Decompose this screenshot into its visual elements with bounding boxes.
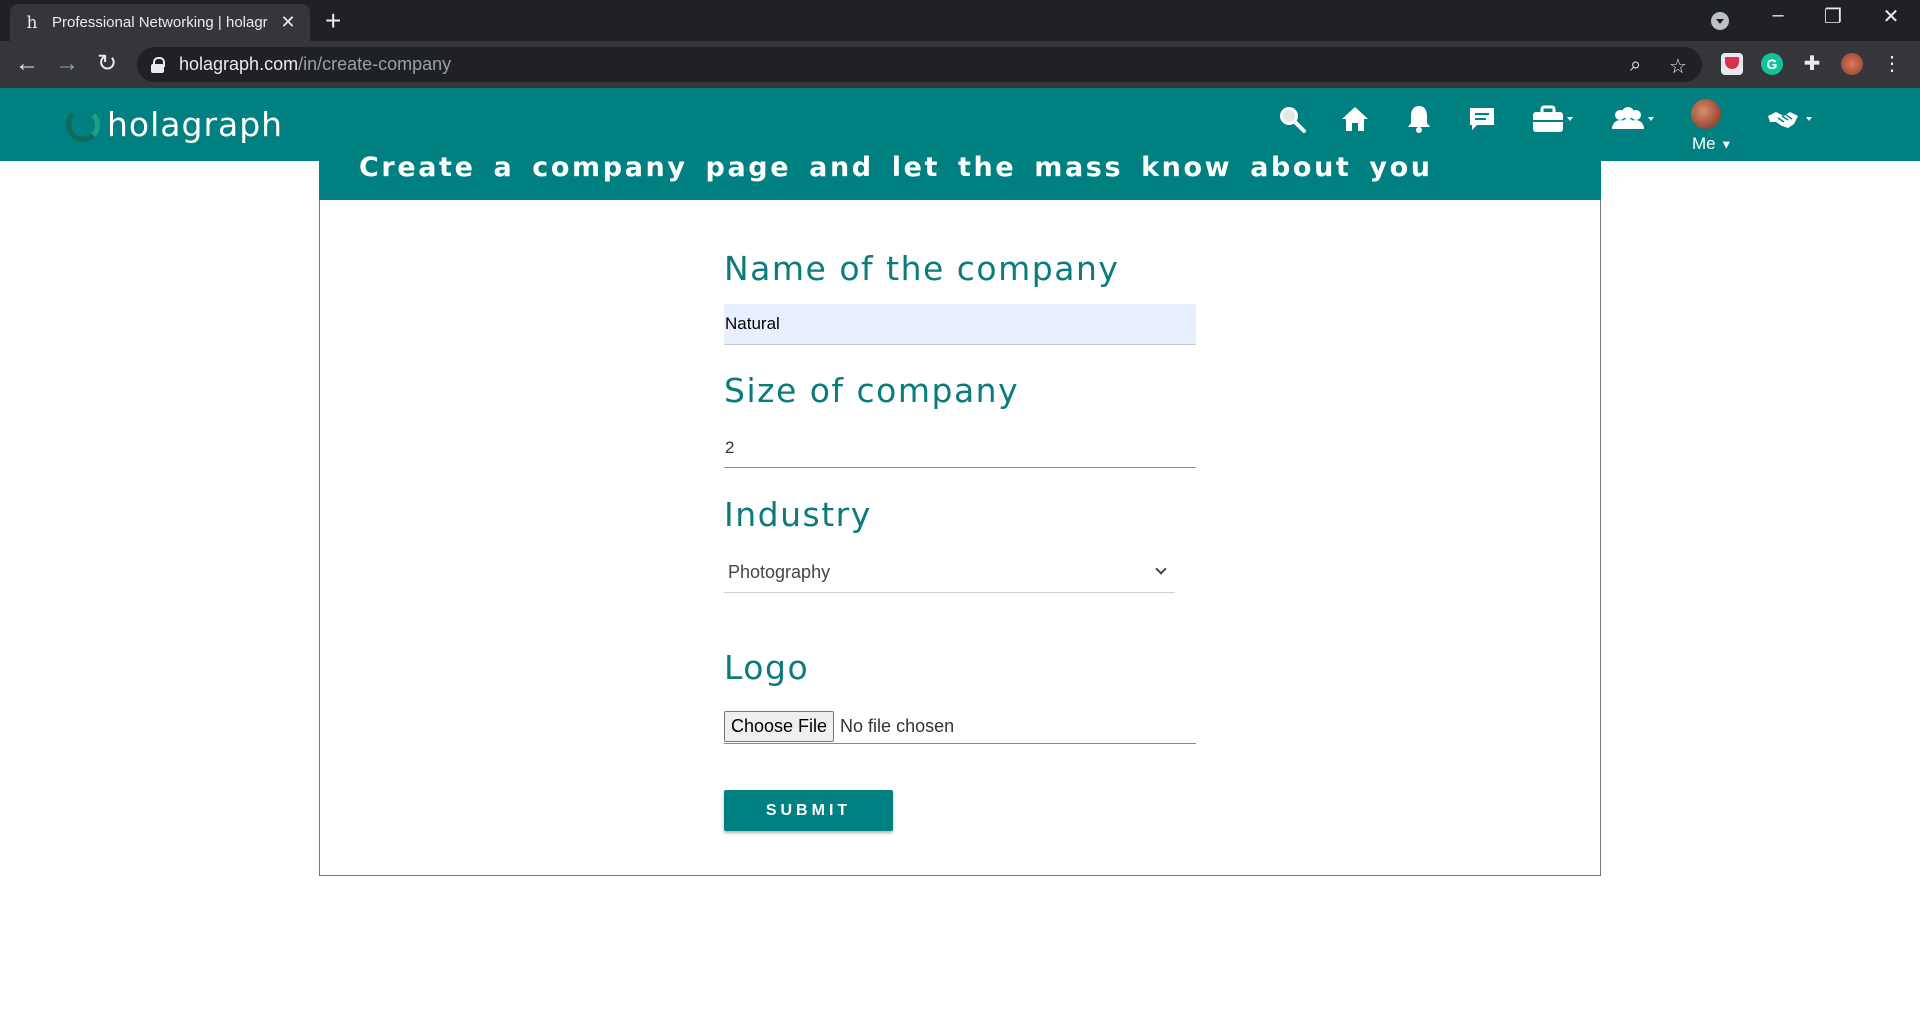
messages-icon[interactable] [1467,104,1497,140]
pocket-extension-icon[interactable] [1721,53,1743,75]
browser-toolbar: ← → ↻ holagraph.com/in/create-company ⌕ … [0,41,1920,88]
tab-title: Professional Networking | holagr [52,14,268,31]
browser-menu-icon[interactable]: ⋮ [1881,53,1903,75]
forward-icon[interactable]: → [52,49,82,79]
lock-icon[interactable] [151,56,165,73]
minimize-icon[interactable]: – [1758,4,1798,27]
industry-select[interactable]: Photography [724,553,1175,593]
url-text[interactable]: holagraph.com/in/create-company [179,54,451,75]
logo-label: Logo [724,648,810,687]
submit-button[interactable]: SUBMIT [724,790,893,831]
choose-file-button[interactable]: Choose File [724,711,835,742]
url-path: /in/create-company [298,54,452,74]
me-label: Me [1692,134,1716,153]
banner-heading: Create a company page and let the mass k… [359,152,1433,183]
notifications-bell-icon[interactable] [1405,104,1433,140]
home-icon[interactable] [1340,104,1370,140]
chevron-down-icon: ▼ [1720,137,1733,152]
company-name-label: Name of the company [724,249,1120,288]
browser-tab-bar: h Professional Networking | holagr ✕ + –… [0,0,1920,41]
tab-close-icon[interactable]: ✕ [278,12,298,33]
user-avatar[interactable] [1691,99,1721,129]
me-menu[interactable]: Me ▼ [1692,134,1732,154]
extensions-puzzle-icon[interactable]: ✚ [1801,53,1823,75]
restore-icon[interactable]: ❐ [1813,4,1853,29]
back-icon[interactable]: ← [12,49,42,79]
browser-tab[interactable]: h Professional Networking | holagr ✕ [10,4,310,41]
site-logo-text[interactable]: holagraph [107,105,283,144]
chevron-down-icon [1155,563,1167,575]
file-status-text: No file chosen [840,716,955,736]
holagraph-logo-icon[interactable] [66,108,100,142]
reload-icon[interactable]: ↻ [92,49,122,79]
zoom-icon[interactable]: ⌕ [1630,54,1641,77]
network-people-icon[interactable] [1610,104,1656,140]
company-size-input[interactable] [724,428,1196,468]
profile-avatar-icon[interactable] [1841,53,1863,75]
logo-file-input[interactable]: Choose File No file chosen [724,710,1196,744]
company-name-input[interactable] [724,304,1196,345]
tab-search-icon[interactable] [1711,12,1729,30]
jobs-briefcase-icon[interactable] [1531,104,1575,140]
site-favicon-icon: h [26,12,38,33]
industry-label: Industry [724,495,872,534]
address-bar[interactable]: holagraph.com/in/create-company ⌕ ☆ [137,47,1702,82]
url-host: holagraph.com [179,54,299,74]
window-close-icon[interactable]: ✕ [1871,4,1911,29]
search-icon[interactable] [1277,104,1307,140]
company-size-label: Size of company [724,371,1020,410]
bookmark-star-icon[interactable]: ☆ [1669,54,1687,79]
industry-selected-value: Photography [728,562,831,582]
handshake-icon[interactable] [1766,104,1814,140]
new-tab-icon[interactable]: + [325,6,341,36]
grammarly-extension-icon[interactable]: G [1761,53,1783,75]
